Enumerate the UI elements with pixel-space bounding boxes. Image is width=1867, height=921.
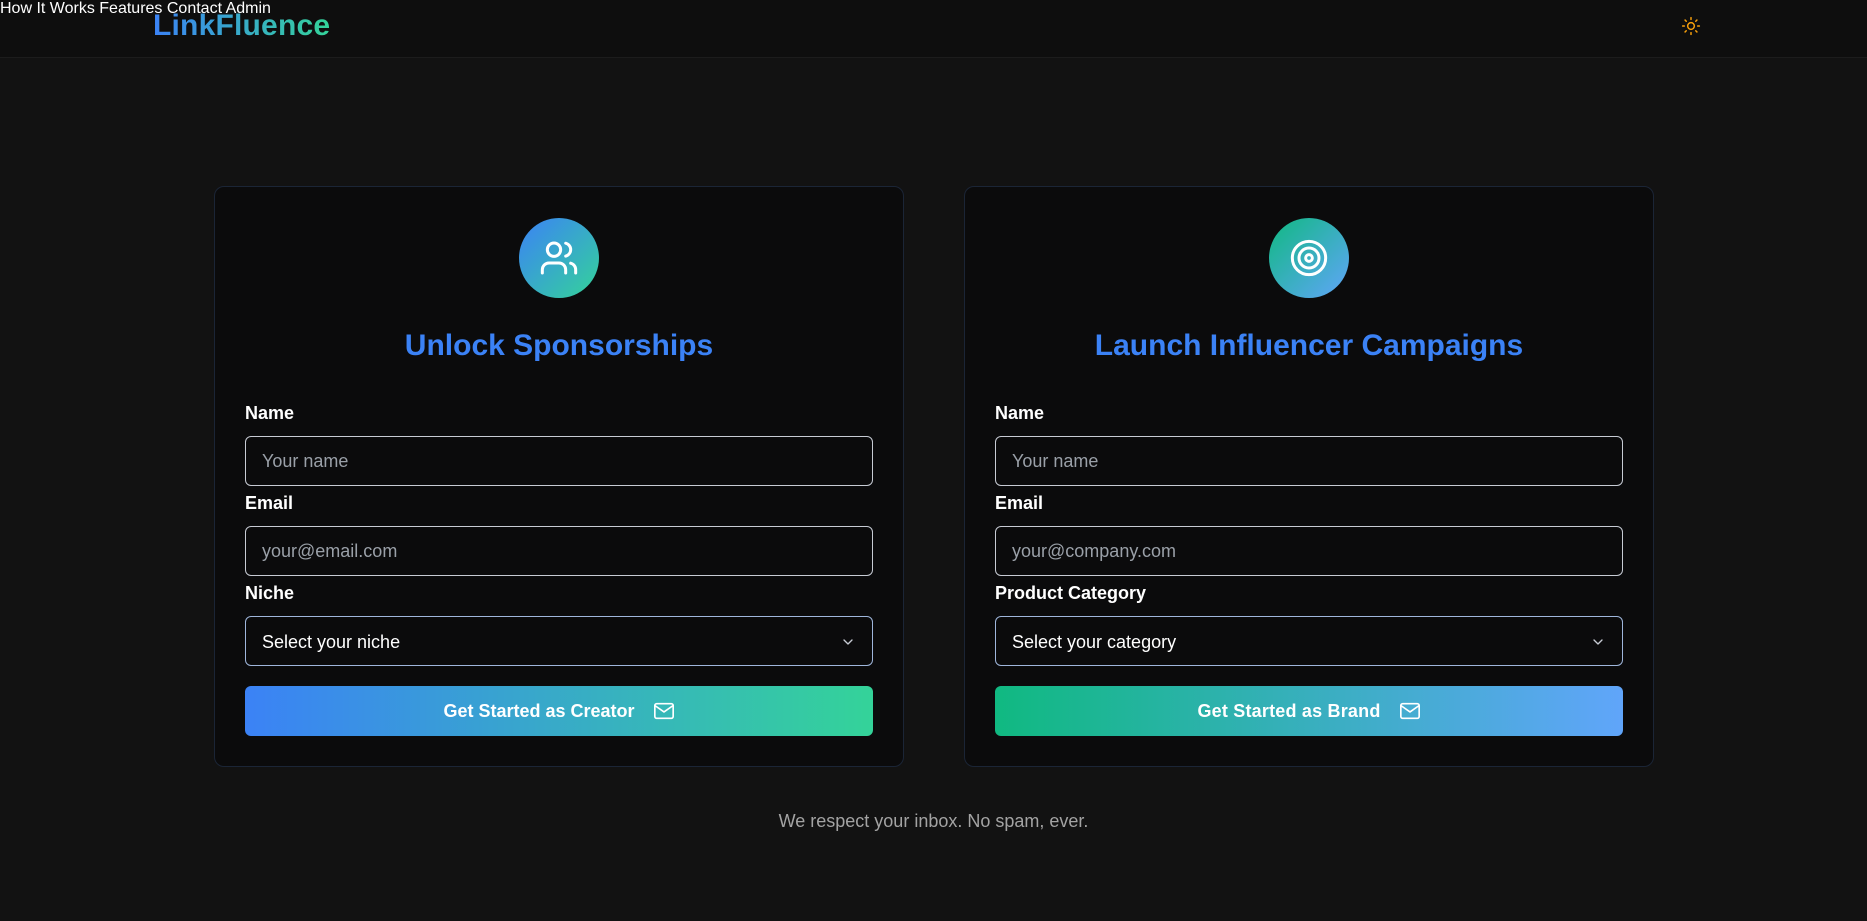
- creator-signup-card: Unlock Sponsorships Name Email Niche Sel…: [214, 186, 904, 767]
- brand-name-input[interactable]: [995, 436, 1623, 486]
- creator-niche-select-value: Select your niche: [262, 632, 401, 652]
- brand-logo[interactable]: LinkFluence: [153, 8, 330, 44]
- creator-badge: [519, 218, 599, 298]
- mail-icon: [1399, 702, 1420, 720]
- brand-email-label: Email: [995, 493, 1044, 513]
- nav-link-how-it-works[interactable]: How It Works: [0, 0, 95, 17]
- users-icon: [540, 241, 578, 275]
- brand-category-select-value: Select your category: [1012, 632, 1177, 652]
- brand-category-select[interactable]: Select your category: [995, 616, 1623, 666]
- theme-toggle-button[interactable]: [1678, 13, 1704, 39]
- chevron-down-icon: [843, 639, 853, 645]
- creator-niche-label: Niche: [245, 583, 295, 603]
- get-started-brand-label: Get Started as Brand: [1197, 701, 1381, 721]
- mail-icon: [653, 702, 674, 720]
- get-started-creator-button[interactable]: Get Started as Creator: [245, 686, 873, 736]
- brand-category-label: Product Category: [995, 583, 1147, 603]
- creator-email-label: Email: [245, 493, 294, 513]
- top-navigation-bar: LinkFluence How It Works Features Contac…: [0, 0, 1867, 58]
- creator-card-title: Unlock Sponsorships: [404, 329, 714, 362]
- creator-niche-select[interactable]: Select your niche: [245, 616, 873, 666]
- get-started-creator-label: Get Started as Creator: [443, 700, 635, 721]
- brand-badge: [1269, 218, 1349, 298]
- brand-email-input[interactable]: [995, 526, 1623, 576]
- chevron-down-icon: [1593, 639, 1603, 645]
- get-started-brand-button[interactable]: Get Started as Brand: [995, 686, 1623, 736]
- creator-name-label: Name: [245, 403, 295, 423]
- brand-name-label: Name: [995, 403, 1045, 423]
- privacy-footnote: We respect your inbox. No spam, ever.: [778, 811, 1089, 831]
- creator-email-input[interactable]: [245, 526, 873, 576]
- brand-signup-card: Launch Influencer Campaigns Name Email P…: [964, 186, 1654, 767]
- creator-name-input[interactable]: [245, 436, 873, 486]
- target-icon: [1290, 239, 1328, 277]
- brand-card-title: Launch Influencer Campaigns: [1094, 329, 1524, 362]
- sun-icon: [1681, 16, 1701, 36]
